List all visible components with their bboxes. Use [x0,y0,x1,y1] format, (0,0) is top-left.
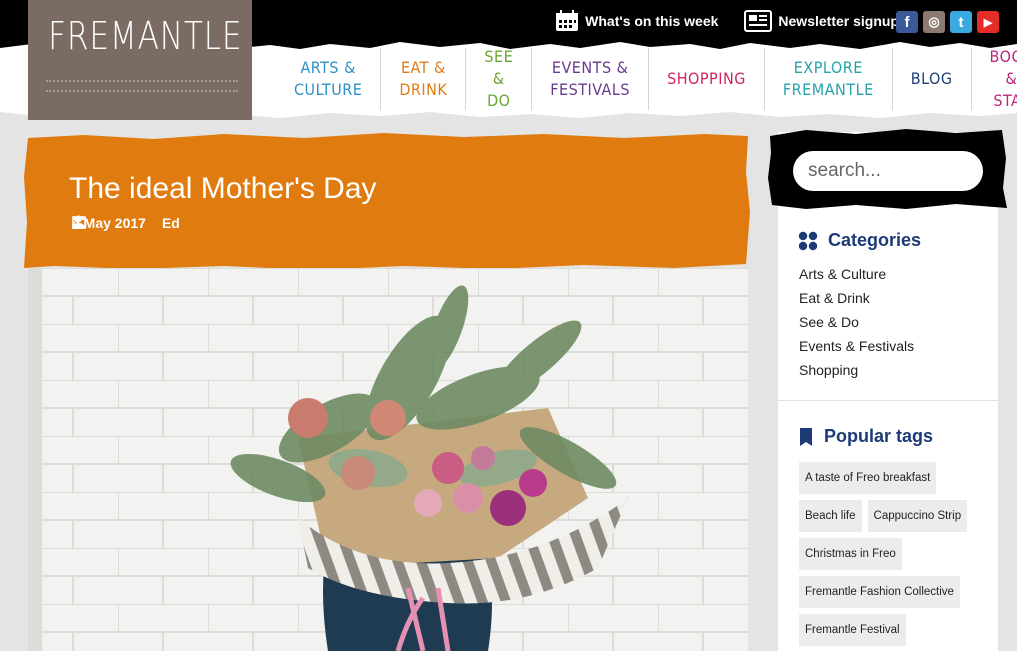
nav-item-label: SEE & DO [484,46,513,112]
category-events-festivals[interactable]: Events & Festivals [799,337,914,361]
popular-tags-title: Popular tags [824,426,934,446]
article-meta: 4 May 2017 Ed [72,215,180,231]
calendar-icon [556,10,579,31]
tag-fremantle-fashion-collective[interactable]: Fremantle Fashion Collective [799,576,960,608]
user-icon [72,215,85,229]
nav-item-line1: ARTS & [300,58,356,77]
tag-christmas-in-freo[interactable]: Christmas in Freo [799,538,902,570]
twitter-icon[interactable]: t [950,11,972,33]
whats-on-label: What's on this week [585,13,719,29]
social-links: f ◎ t ▶ [896,11,999,33]
category-see-do[interactable]: See & Do [799,313,914,337]
category-eat-drink[interactable]: Eat & Drink [799,289,914,313]
article-title: The ideal Mother's Day [69,172,377,205]
nav-item-line2: FESTIVALS [550,80,631,99]
youtube-icon[interactable]: ▶ [977,11,999,33]
nav-item-arts-culture[interactable]: ARTS & CULTURE [276,48,382,110]
nav-item-line1: EXPLORE [793,58,863,77]
categories-title: Categories [828,230,922,250]
nav-item-label: EAT & DRINK [399,57,447,101]
sidebar-divider [778,400,998,401]
newsletter-link[interactable]: Newsletter signup [744,10,899,32]
nav-item-label: EXPLORE FREMANTLE [783,57,874,101]
logo-text: FREMANTLE [48,14,243,58]
logo-tagline-decoration [46,80,238,92]
newsletter-label: Newsletter signup [778,13,899,29]
tag-beach-life[interactable]: Beach life [799,500,862,532]
nav-item-eat-drink[interactable]: EAT & DRINK [381,48,467,110]
tags-list: A taste of Freo breakfast Beach life Cap… [799,462,995,646]
main-nav: ARTS & CULTURE EAT & DRINK SEE & DO EVENTS & F… [276,46,1017,112]
nav-item-line2: FREMANTLE [782,80,874,99]
fremantle-logo[interactable]: FREMANTLE [28,0,252,120]
nav-item-label: SHOPPING [667,68,746,90]
nav-item-blog[interactable]: BLOG [893,48,972,110]
tag-cappuccino-strip[interactable]: Cappuccino Strip [867,500,968,532]
facebook-icon[interactable]: f [896,11,918,33]
article-author[interactable]: Ed [162,215,180,231]
nav-item-line1: EVENTS & [551,58,629,77]
whats-on-link[interactable]: What's on this week [555,10,718,32]
article-header: The ideal Mother's Day 4 May 2017 Ed [24,132,752,270]
category-arts-culture[interactable]: Arts & Culture [799,265,914,289]
nav-item-label: EVENTS & FESTIVALS [550,57,630,101]
search-input[interactable] [793,151,983,191]
category-shopping[interactable]: Shopping [799,361,914,385]
nav-item-line2: CULTURE [294,80,363,99]
nav-item-label: BLOG [911,68,953,90]
nav-item-line1: SHOPPING [667,69,746,88]
tag-fremantle-festival[interactable]: Fremantle Festival [799,614,906,646]
article: The ideal Mother's Day 4 May 2017 Ed [24,132,750,651]
categories-list: Arts & Culture Eat & Drink See & Do Even… [799,265,914,385]
nav-item-explore-fremantle[interactable]: EXPLORE FREMANTLE [765,48,893,110]
nav-item-line1: BLOG [910,69,953,88]
nav-item-book-stay[interactable]: BOOK & STAY [972,46,1017,112]
nav-item-line2: & STAY [993,69,1017,110]
grid-dots-icon [798,231,818,250]
nav-item-label: ARTS & CULTURE [294,57,362,101]
nav-item-line1: BOOK [989,47,1017,66]
newspaper-icon [744,10,773,32]
nav-item-events-festivals[interactable]: EVENTS & FESTIVALS [532,48,650,110]
nav-item-line2: DRINK [399,80,448,99]
bookmark-icon [800,427,812,446]
nav-item-shopping[interactable]: SHOPPING [649,48,765,110]
tag-a-taste-of-freo-breakfast[interactable]: A taste of Freo breakfast [799,462,937,494]
nav-item-see-do[interactable]: SEE & DO [466,46,533,112]
instagram-icon[interactable]: ◎ [923,11,945,33]
search-area [766,128,1008,210]
nav-item-line1: EAT & [400,58,446,77]
categories-heading: Categories [798,230,921,251]
flower-bouquet-photo [28,268,748,651]
top-links: What's on this week Newsletter signup [555,10,899,32]
nav-item-line1: SEE & DO [484,47,514,110]
article-hero-image [28,268,748,651]
popular-tags-heading: Popular tags [798,426,933,447]
nav-item-label: BOOK & STAY [990,46,1017,112]
